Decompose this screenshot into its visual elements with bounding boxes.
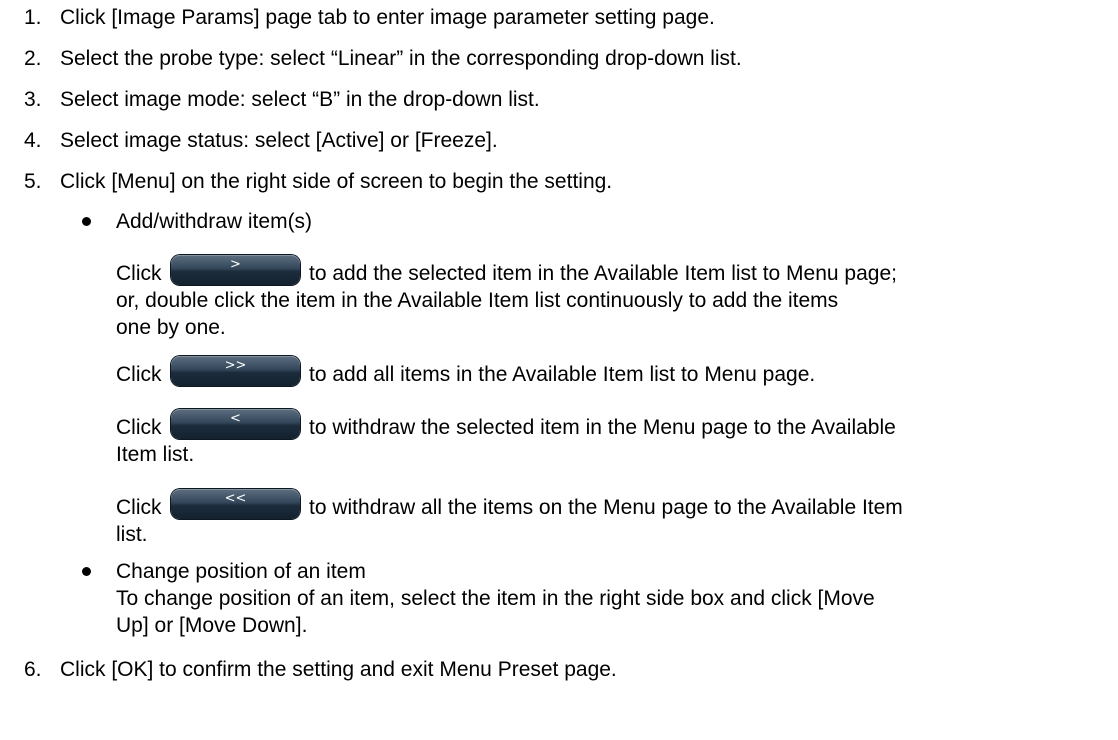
step-text: Select the probe type: select “Linear” i… [60, 47, 742, 70]
bullet2-text: To change position of an item, select th… [116, 587, 875, 610]
step-text: Select image status: select [Active] or … [60, 129, 498, 152]
click-label: Click [116, 496, 162, 519]
add-selected-text: to add the selected item in the Availabl… [309, 262, 897, 285]
step-number: 6. [24, 658, 42, 681]
step-number: 2. [24, 47, 42, 70]
add-all-button[interactable]: >> [171, 356, 300, 386]
withdraw-all-button[interactable]: << [171, 489, 300, 519]
click-label: Click [116, 416, 162, 439]
step-number: 4. [24, 129, 42, 152]
click-label: Click [116, 262, 162, 285]
document-page: 1. Click [Image Params] page tab to ente… [0, 0, 1118, 740]
add-selected-button-label: > [230, 257, 241, 272]
step-text: Click [Image Params] page tab to enter i… [60, 6, 715, 29]
bullet-title: Add/withdraw item(s) [116, 210, 313, 233]
step-text: Select image mode: select “B” in the dro… [60, 88, 540, 111]
step-number: 1. [24, 6, 42, 29]
bullet-icon [82, 567, 91, 576]
withdraw-all-text: to withdraw all the items on the Menu pa… [309, 496, 903, 519]
click-label: Click [116, 363, 162, 386]
step-number: 5. [24, 170, 42, 193]
withdraw-all-text-2: list. [116, 523, 148, 546]
add-selected-text-2: or, double click the item in the Availab… [116, 289, 839, 312]
bullet2-text-2: Up] or [Move Down]. [116, 614, 308, 637]
withdraw-selected-button-label: < [230, 411, 241, 426]
withdraw-selected-text: to withdraw the selected item in the Men… [309, 416, 896, 439]
step-text: Click [Menu] on the right side of screen… [60, 170, 613, 193]
step-number: 3. [24, 88, 42, 111]
step-text: Click [OK] to confirm the setting and ex… [60, 658, 617, 681]
add-selected-text-3: one by one. [116, 316, 226, 339]
withdraw-selected-text-2: Item list. [116, 443, 195, 466]
bullet-icon [82, 217, 91, 226]
bullet-title: Change position of an item [116, 560, 366, 583]
withdraw-selected-button[interactable]: < [171, 409, 300, 439]
add-all-text: to add all items in the Available Item l… [309, 363, 816, 386]
add-selected-button[interactable]: > [171, 255, 300, 285]
withdraw-all-button-label: << [224, 491, 247, 506]
add-all-button-label: >> [224, 358, 247, 373]
